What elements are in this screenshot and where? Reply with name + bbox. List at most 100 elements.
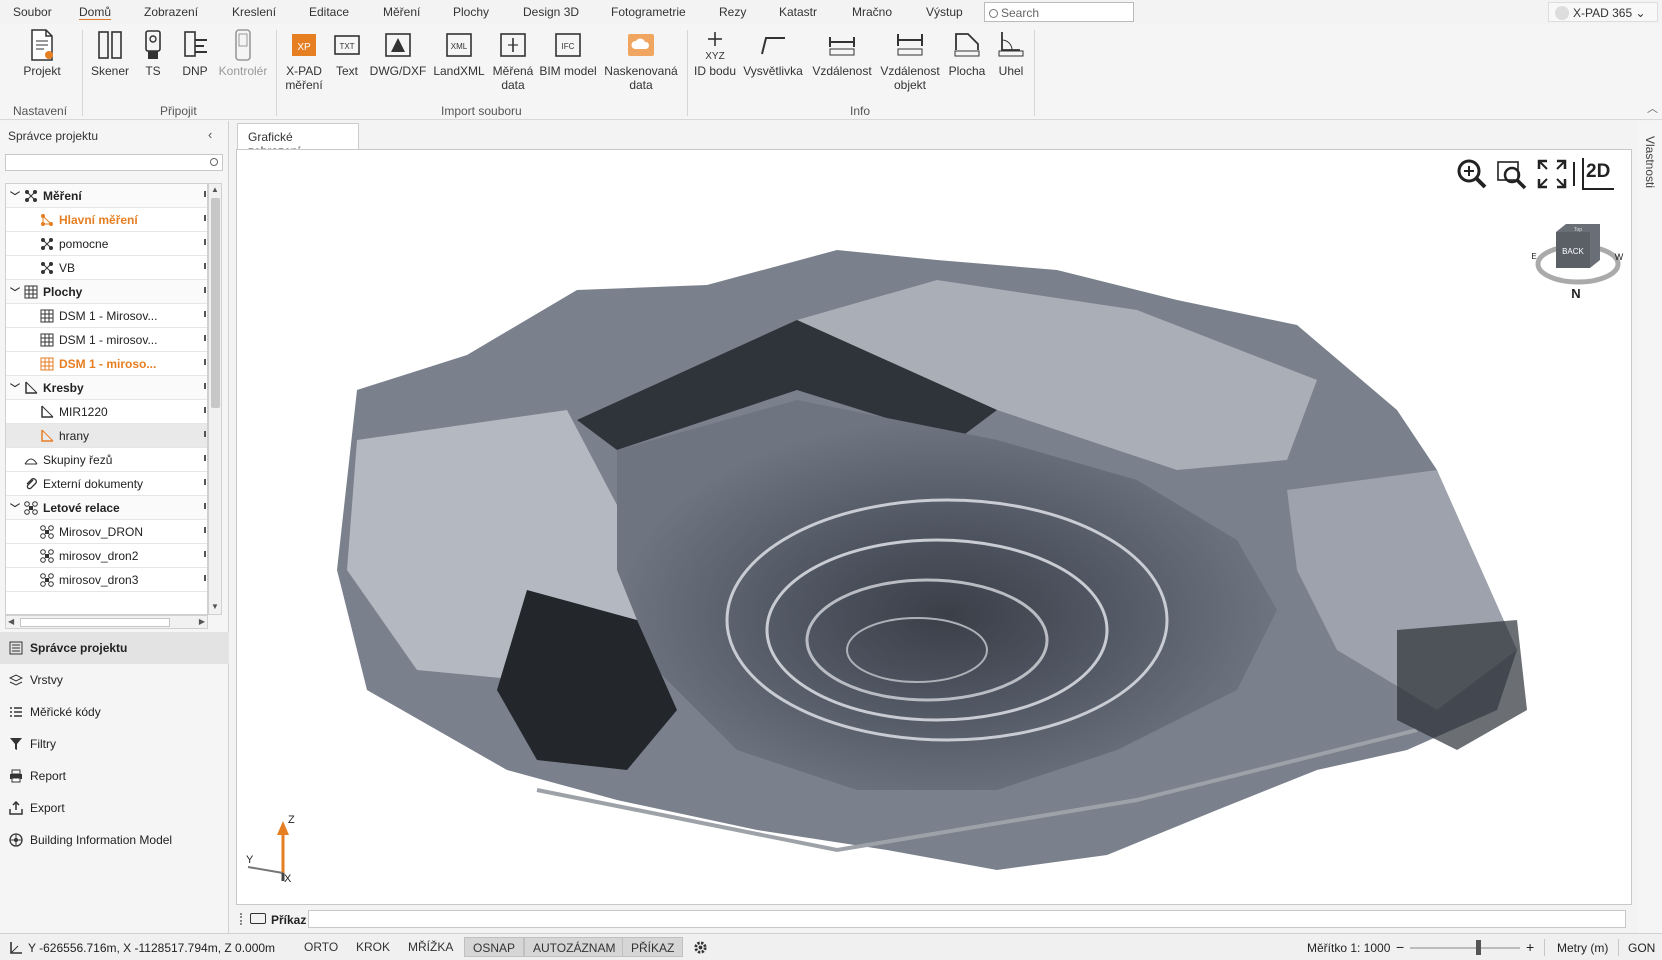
chevron-left-icon[interactable]: ‹ <box>208 127 212 142</box>
search-input[interactable]: Search <box>984 2 1134 22</box>
tree-item-mirosov-dron3[interactable]: mirosov_dron3 <box>6 568 207 592</box>
menu-katastr[interactable]: Katastr <box>779 5 817 19</box>
vzdalenost-button[interactable]: Vzdálenost <box>810 28 874 78</box>
tree-vertical-scrollbar[interactable]: ▲ ▼ <box>208 183 222 615</box>
menu-plochy[interactable]: Plochy <box>453 5 489 19</box>
properties-tab[interactable]: Vlastnosti <box>1643 136 1657 188</box>
nav-export[interactable]: Export <box>0 792 229 824</box>
nav-mericke-kody[interactable]: Měřické kódy <box>0 696 229 728</box>
tree-item-mereni[interactable]: ﹀ Měření <box>6 184 207 208</box>
text-import-button[interactable]: TXT Text <box>332 28 362 78</box>
dnp-label: DNP <box>182 64 208 78</box>
zoom-out-button[interactable]: − <box>1396 939 1404 955</box>
units-label[interactable]: Metry (m) <box>1557 941 1608 955</box>
scroll-right-icon[interactable]: ▶ <box>199 617 205 626</box>
chevron-up-icon[interactable]: ︿ <box>1647 100 1658 116</box>
landxml-import-button[interactable]: XML LandXML <box>431 28 487 78</box>
projekt-button[interactable]: Projekt <box>22 28 62 78</box>
zoom-extents-icon[interactable] <box>1536 158 1568 190</box>
chevron-down-icon[interactable]: ﹀ <box>10 380 20 395</box>
toggle-osnap[interactable]: OSNAP <box>464 937 525 957</box>
menu-bar: Soubor Domů Zobrazení Kreslení Editace M… <box>0 0 1662 24</box>
plocha-button[interactable]: Plocha <box>946 28 988 78</box>
tree-item-dsm2[interactable]: DSM 1 - mirosov... <box>6 328 207 352</box>
angle-units-label[interactable]: GON <box>1628 941 1655 955</box>
vzdalenost-objekt-button[interactable]: Vzdálenost objekt <box>878 28 942 92</box>
menu-soubor[interactable]: Soubor <box>13 5 52 19</box>
navigation-cube[interactable]: BACK Top N W E <box>1528 220 1624 304</box>
graphic-viewport[interactable] <box>236 149 1632 905</box>
menu-mracno[interactable]: Mračno <box>852 5 892 19</box>
vysvetlivka-button[interactable]: Vysvětlivka <box>742 28 804 78</box>
merena-data-button[interactable]: Měřená data <box>491 28 535 92</box>
chevron-down-icon[interactable]: ﹀ <box>10 500 20 515</box>
scroll-up-icon[interactable]: ▲ <box>211 185 219 194</box>
id-bodu-button[interactable]: XYZ ID bodu <box>692 28 738 78</box>
account-button[interactable]: X-PAD 365 ⌄ <box>1548 2 1658 22</box>
skener-button[interactable]: Skener <box>90 28 130 78</box>
dwg-import-button[interactable]: DWG/DXF <box>369 28 427 78</box>
menu-editace[interactable]: Editace <box>309 5 349 19</box>
tree-item-dsm3[interactable]: DSM 1 - miroso... <box>6 352 207 376</box>
scroll-down-icon[interactable]: ▼ <box>211 602 219 611</box>
bim-model-button[interactable]: IFC BIM model <box>538 28 598 78</box>
menu-kresleni[interactable]: Kreslení <box>232 5 276 19</box>
menu-vystup[interactable]: Výstup <box>926 5 963 19</box>
tree-item-hrany[interactable]: hrany <box>6 424 207 448</box>
toggle-krok[interactable]: KROK <box>348 937 398 957</box>
tree-item-kresby[interactable]: ﹀ Kresby <box>6 376 207 400</box>
drag-handle[interactable] <box>240 913 242 925</box>
view-2d-button[interactable]: 2D <box>1582 158 1614 190</box>
nav-spravce-projektu[interactable]: Správce projektu <box>0 632 229 664</box>
menu-fotogrametrie[interactable]: Fotogrametrie <box>611 5 686 19</box>
nav-report[interactable]: Report <box>0 760 229 792</box>
chevron-down-icon[interactable]: ﹀ <box>10 284 20 299</box>
command-input[interactable] <box>308 910 1626 928</box>
ts-button[interactable]: TS <box>138 28 168 78</box>
menu-mereni[interactable]: Měření <box>383 5 420 19</box>
chevron-down-icon[interactable]: ﹀ <box>10 188 20 203</box>
menu-rezy[interactable]: Rezy <box>719 5 746 19</box>
axis-z-label: Z <box>288 814 295 826</box>
scroll-left-icon[interactable]: ◀ <box>8 617 14 626</box>
toggle-orto[interactable]: ORTO <box>296 937 346 957</box>
scrollbar-thumb[interactable] <box>20 618 170 627</box>
menu-design3d[interactable]: Design 3D <box>523 5 579 19</box>
toggle-prikaz[interactable]: PŘÍKAZ <box>622 937 684 957</box>
tree-horizontal-scrollbar[interactable]: ◀ ▶ <box>5 615 208 629</box>
nav-bim[interactable]: Building Information Model <box>0 824 229 856</box>
zoom-window-icon[interactable] <box>1496 158 1528 190</box>
tree-item-skupiny-rezu[interactable]: Skupiny řezů <box>6 448 207 472</box>
tab-graficke-zobrazeni[interactable]: Grafické zobrazení <box>237 123 359 158</box>
xpad-mereni-button[interactable]: XP X-PAD měření <box>282 28 326 92</box>
tree-item-plochy[interactable]: ﹀ Plochy <box>6 280 207 304</box>
tree-item-vb[interactable]: VB <box>6 256 207 280</box>
zoom-slider[interactable] <box>1410 947 1520 949</box>
kontroler-button[interactable]: Kontrolér <box>216 28 270 78</box>
menu-domu[interactable]: Domů <box>79 5 111 19</box>
zoom-in-button[interactable]: + <box>1526 939 1534 955</box>
tree-item-hlavni-mereni[interactable]: Hlavní měření <box>6 208 207 232</box>
scrollbar-thumb[interactable] <box>211 198 220 408</box>
dnp-button[interactable]: DNP <box>178 28 212 78</box>
naskenovana-data-button[interactable]: Naskenovaná data <box>602 28 680 92</box>
surface-grid-icon <box>40 309 54 323</box>
tree-item-mirosov-dron2[interactable]: mirosov_dron2 <box>6 544 207 568</box>
tree-item-dsm1[interactable]: DSM 1 - Mirosov... <box>6 304 207 328</box>
zoom-slider-thumb[interactable] <box>1476 940 1481 955</box>
gear-icon[interactable] <box>693 940 708 955</box>
toggle-mrizka[interactable]: MŘÍŽKA <box>400 937 461 957</box>
tree-item-externi-dokumenty[interactable]: Externí dokumenty <box>6 472 207 496</box>
menu-zobrazeni[interactable]: Zobrazení <box>144 5 198 19</box>
zoom-in-icon[interactable] <box>1456 158 1488 190</box>
tree-search-input[interactable] <box>5 154 223 171</box>
tree-item-mirosov-dron[interactable]: Mirosov_DRON <box>6 520 207 544</box>
tree-item-letove-relace[interactable]: ﹀ Letové relace <box>6 496 207 520</box>
tree-item-mir1220[interactable]: MIR1220 <box>6 400 207 424</box>
nav-filtry[interactable]: Filtry <box>0 728 229 760</box>
nav-vrstvy[interactable]: Vrstvy <box>0 664 229 696</box>
toggle-autozaznam[interactable]: AUTOZÁZNAM <box>524 937 625 957</box>
uhel-button[interactable]: Uhel <box>994 28 1028 78</box>
vzdalenost-objekt-l2: objekt <box>893 78 927 92</box>
tree-item-pomocne[interactable]: pomocne <box>6 232 207 256</box>
